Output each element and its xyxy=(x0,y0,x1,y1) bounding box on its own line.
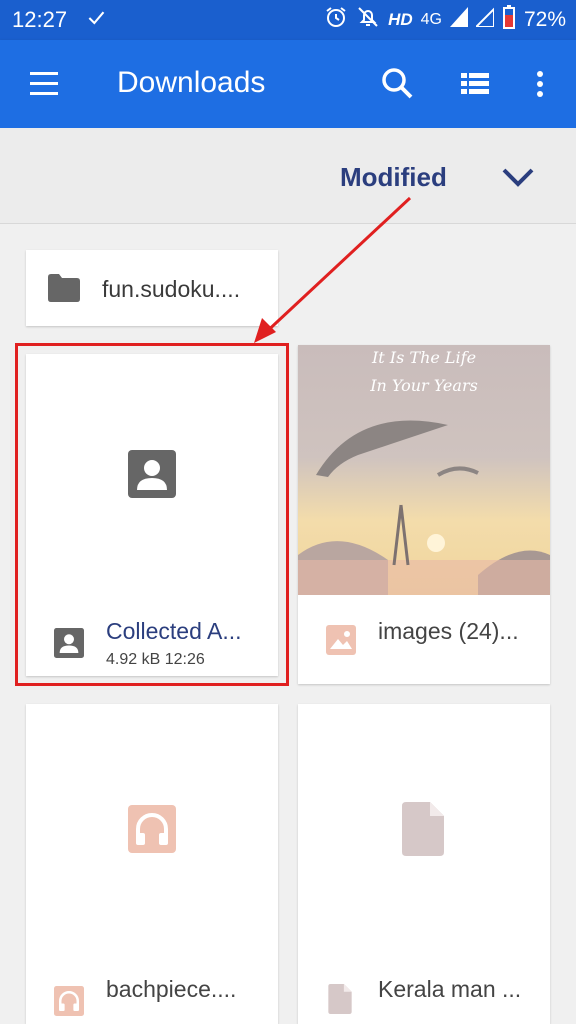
document-small-icon xyxy=(328,984,358,1014)
file-card-audio[interactable]: bachpiece.... xyxy=(26,704,278,1024)
alarm-icon xyxy=(324,5,348,35)
image-thumbnail: It Is The Life In Your Years xyxy=(298,345,550,595)
image-icon xyxy=(326,625,356,655)
signal-roaming-icon xyxy=(473,6,495,33)
sort-bar: Modified xyxy=(0,128,576,224)
chevron-down-icon[interactable] xyxy=(500,162,536,192)
file-name: Kerala man ... xyxy=(378,976,522,1002)
status-time: 12:27 xyxy=(12,7,68,32)
file-card-image[interactable]: It Is The Life In Your Years images (24)… xyxy=(298,345,550,684)
thumb-text-line-2: In Your Years xyxy=(369,376,478,395)
battery-percent: 72% xyxy=(523,8,566,31)
page-title: Downloads xyxy=(117,66,266,99)
more-options-icon[interactable] xyxy=(528,64,552,104)
file-name: images (24)... xyxy=(378,618,519,644)
file-name: bachpiece.... xyxy=(106,976,237,1002)
folder-icon xyxy=(48,274,80,302)
check-icon xyxy=(86,8,106,33)
highlight-box xyxy=(15,343,289,686)
document-icon xyxy=(402,802,444,861)
notifications-off-icon xyxy=(356,5,380,35)
signal-icon xyxy=(449,7,468,33)
app-bar: Downloads xyxy=(0,40,576,128)
search-icon[interactable] xyxy=(378,64,418,104)
hd-indicator: HD xyxy=(388,10,413,29)
file-card-document[interactable]: Kerala man ... xyxy=(298,704,550,1024)
list-view-icon[interactable] xyxy=(455,64,495,104)
status-indicators: HD 4G 72% xyxy=(324,5,566,35)
battery-icon xyxy=(502,5,516,35)
folder-name: fun.sudoku.... xyxy=(102,276,241,302)
network-type: 4G xyxy=(420,11,442,28)
menu-icon[interactable] xyxy=(24,66,64,102)
thumb-text-line-1: It Is The Life xyxy=(371,348,476,367)
sort-label[interactable]: Modified xyxy=(340,162,447,193)
status-bar: 12:27 HD 4G 72% xyxy=(0,0,576,40)
headphones-icon xyxy=(128,805,176,858)
folder-card[interactable]: fun.sudoku.... xyxy=(26,250,278,326)
headphones-small-icon xyxy=(54,986,84,1016)
